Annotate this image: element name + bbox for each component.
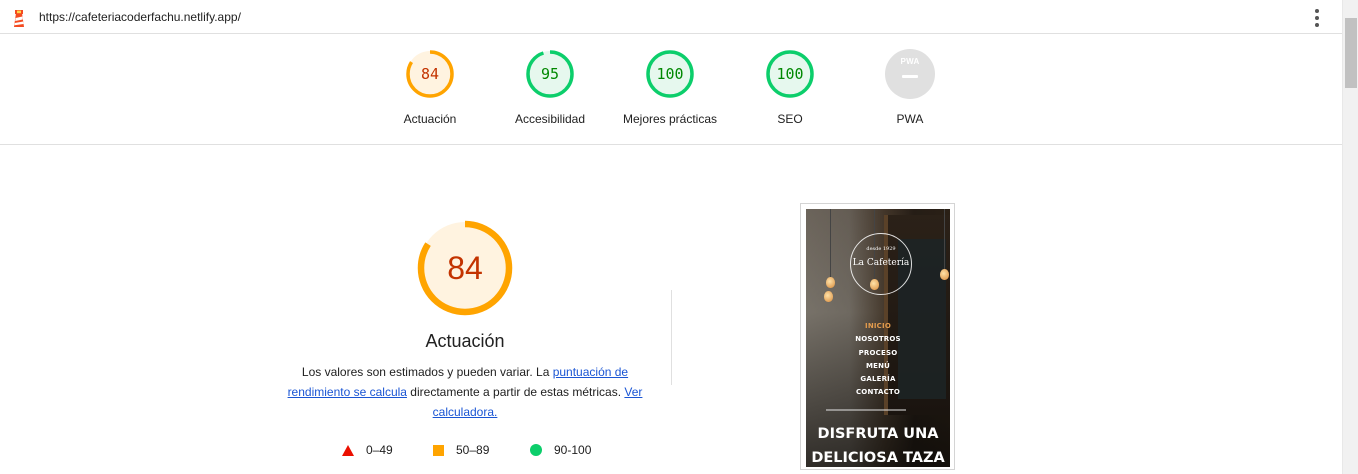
gauge-label: SEO — [777, 112, 803, 126]
report-url[interactable]: https://cafeteriacoderfachu.netlify.app/ — [39, 10, 241, 24]
legend-fail: 0–49 — [342, 442, 393, 458]
hero-line: DELICIOSA TAZA — [811, 450, 945, 466]
gauge-label: Accesibilidad — [514, 112, 586, 126]
gauge-ring: 100 — [765, 49, 815, 99]
gauge-best-practices[interactable]: 100 Mejores prácticas — [610, 49, 730, 126]
nav-item: NOSOTROS — [855, 335, 901, 344]
cafe-logo-sub: desde 1929 — [866, 246, 896, 252]
report-header-bar: https://cafeteriacoderfachu.netlify.app/ — [0, 0, 1342, 34]
pwa-badge-icon: PWA — [885, 49, 935, 99]
lighthouse-icon — [14, 10, 24, 27]
lamp-cord — [944, 209, 945, 269]
final-screenshot[interactable]: desde 1929 La Cafetería INICIO NOSOTROS … — [800, 203, 955, 470]
screenshot-image: desde 1929 La Cafetería INICIO NOSOTROS … — [806, 209, 950, 467]
desc-text: Los valores son estimados y pueden varia… — [301, 365, 553, 379]
legend-range: 90-100 — [554, 443, 592, 457]
legend-range: 50–89 — [456, 443, 490, 457]
nav-item: GALERÍA — [860, 375, 896, 384]
nav-item: INICIO — [865, 322, 891, 330]
triangle-icon — [342, 444, 354, 456]
gauge-label: PWA — [896, 112, 924, 126]
circle-icon — [530, 444, 542, 456]
performance-score: 84 — [447, 250, 483, 286]
performance-description: Los valores son estimados y pueden varia… — [280, 362, 650, 422]
legend-average: 50–89 — [433, 442, 489, 458]
page-scrollbar[interactable] — [1342, 0, 1358, 474]
performance-title: Actuación — [425, 331, 505, 351]
gauge-performance[interactable]: 84 Actuación — [370, 49, 490, 126]
legend-pass: 90-100 — [530, 442, 591, 458]
pwa-dash — [902, 75, 918, 78]
screenshot-hero-text: DISFRUTA UNA DELICIOSA TAZA — [806, 422, 950, 467]
pwa-badge-text: PWA — [900, 57, 920, 66]
scrollbar-thumb[interactable] — [1345, 18, 1357, 88]
cafe-logo: desde 1929 La Cafetería — [850, 233, 912, 295]
desc-text: directamente a partir de estas métricas. — [406, 385, 625, 399]
gauge-seo[interactable]: 100 SEO — [730, 49, 850, 126]
scores-summary: 84 Actuación 95 Accesibilidad 100 Mejore… — [0, 35, 1342, 145]
gauge-label: Mejores prácticas — [622, 112, 718, 126]
gauge-score: 95 — [540, 65, 560, 83]
gauge-pwa[interactable]: PWA PWA — [850, 49, 970, 126]
kebab-menu-icon[interactable] — [1311, 9, 1323, 27]
performance-score-gauge: 84 — [415, 218, 515, 318]
gauge-ring: 95 — [525, 49, 575, 99]
square-icon — [433, 444, 444, 456]
gauge-accessibility[interactable]: 95 Accesibilidad — [490, 49, 610, 126]
lamp-icon — [826, 277, 835, 288]
lamp-icon — [824, 291, 833, 302]
gauge-ring: 84 — [405, 49, 455, 99]
cafe-logo-name: La Cafetería — [852, 258, 910, 268]
gauge-ring: 100 — [645, 49, 695, 99]
legend-range: 0–49 — [366, 443, 393, 457]
section-divider — [671, 290, 672, 385]
hero-line: DISFRUTA UNA — [817, 426, 939, 442]
nav-item: MENÚ — [865, 361, 891, 370]
lamp-icon — [940, 269, 949, 280]
nav-item: PROCESO — [858, 348, 898, 357]
screenshot-nav: INICIO NOSOTROS PROCESO MENÚ GALERÍA CON… — [806, 320, 950, 400]
gauge-label: Actuación — [403, 112, 457, 126]
gauge-score: 100 — [656, 65, 684, 83]
lamp-cord — [830, 209, 831, 277]
gauge-score: 100 — [776, 65, 804, 83]
gauge-score: 84 — [420, 65, 440, 83]
nav-item: CONTACTO — [855, 388, 901, 397]
